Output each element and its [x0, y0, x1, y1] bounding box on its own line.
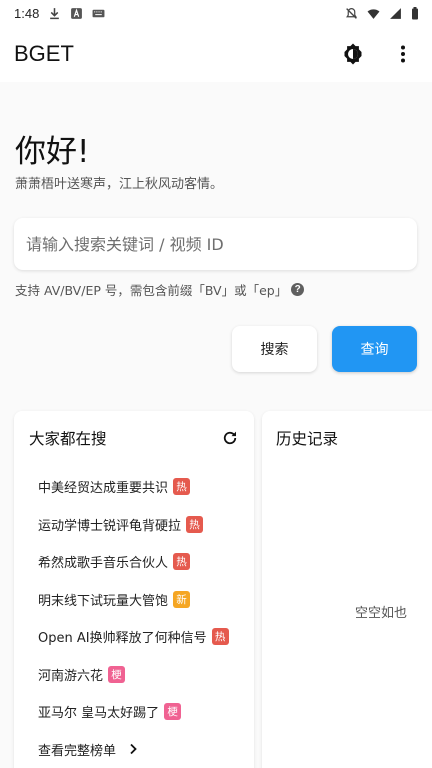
chevron-right-icon	[126, 742, 140, 756]
signal-icon	[389, 7, 402, 20]
mute-icon	[345, 7, 358, 20]
notification-a-icon	[70, 7, 83, 20]
hot-item-text: Open AI换帅释放了何种信号	[38, 631, 207, 647]
search-hint: 支持 AV/BV/EP 号，需包含前缀「BV」或「ep」 ?	[15, 280, 305, 299]
hot-search-card: 大家都在搜 中美经贸达成重要共识 热 运动学博士锐评龟背硬拉 热 希然成歌手音乐…	[14, 411, 254, 768]
query-button[interactable]: 查询	[332, 326, 417, 372]
theme-toggle-icon[interactable]	[340, 41, 366, 67]
hot-item-text: 希然成歌手音乐合伙人	[38, 556, 169, 572]
greeting-subtitle: 萧萧梧叶送寒声，江上秋风动客情。	[15, 177, 224, 192]
hot-search-list: 中美经贸达成重要共识 热 运动学博士锐评龟背硬拉 热 希然成歌手音乐合伙人 热 …	[38, 468, 248, 768]
greeting-title: 你好!	[15, 134, 90, 170]
notification-keyboard-icon	[92, 7, 105, 20]
meme-badge: 梗	[108, 665, 126, 683]
battery-icon	[411, 6, 419, 20]
refresh-icon[interactable]	[221, 429, 239, 447]
hot-item-text: 中美经贸达成重要共识	[38, 481, 169, 497]
hot-item-text: 明末线下试玩量大管饱	[38, 593, 169, 609]
history-title: 历史记录	[276, 430, 339, 448]
wifi-icon	[367, 7, 380, 20]
view-full-ranking-label: 查看完整榜单	[38, 743, 117, 759]
list-item[interactable]: 中美经贸达成重要共识 热	[38, 468, 248, 506]
hot-badge: 热	[173, 478, 191, 496]
list-item[interactable]: 希然成歌手音乐合伙人 热	[38, 543, 248, 581]
app-title: BGET	[14, 41, 74, 66]
search-hint-text: 支持 AV/BV/EP 号，需包含前缀「BV」或「ep」	[15, 283, 288, 298]
new-badge: 新	[173, 590, 191, 608]
history-header: 历史记录	[276, 427, 427, 449]
history-card: 历史记录 空空如也	[262, 411, 432, 768]
list-item[interactable]: 亚马尔 皇马太好踢了 梗	[38, 693, 248, 731]
history-empty-text: 空空如也	[355, 606, 408, 621]
list-item[interactable]: Open AI换帅释放了何种信号 热	[38, 618, 248, 656]
download-icon	[48, 7, 61, 20]
status-bar: 1:48	[0, 0, 432, 26]
view-full-ranking-link[interactable]: 查看完整榜单	[38, 731, 248, 768]
app-bar: BGET	[0, 26, 432, 82]
meme-badge: 梗	[164, 703, 182, 721]
hot-item-text: 河南游六花	[38, 668, 104, 684]
search-button[interactable]: 搜索	[232, 326, 317, 372]
hot-item-text: 运动学博士锐评龟背硬拉	[38, 518, 182, 534]
search-input[interactable]	[26, 234, 405, 254]
more-vert-icon[interactable]	[390, 41, 416, 67]
search-field[interactable]	[14, 218, 417, 270]
list-item[interactable]: 运动学博士锐评龟背硬拉 热	[38, 506, 248, 544]
list-item[interactable]: 明末线下试玩量大管饱 新	[38, 581, 248, 619]
help-icon[interactable]: ?	[291, 283, 305, 296]
hot-search-header: 大家都在搜	[29, 427, 239, 449]
hot-badge: 热	[173, 553, 191, 571]
hot-item-text: 亚马尔 皇马太好踢了	[38, 706, 160, 722]
list-item[interactable]: 河南游六花 梗	[38, 656, 248, 694]
hot-badge: 热	[186, 515, 204, 533]
hot-search-title: 大家都在搜	[29, 430, 107, 448]
status-time: 1:48	[14, 5, 40, 21]
hot-badge: 热	[211, 628, 229, 646]
